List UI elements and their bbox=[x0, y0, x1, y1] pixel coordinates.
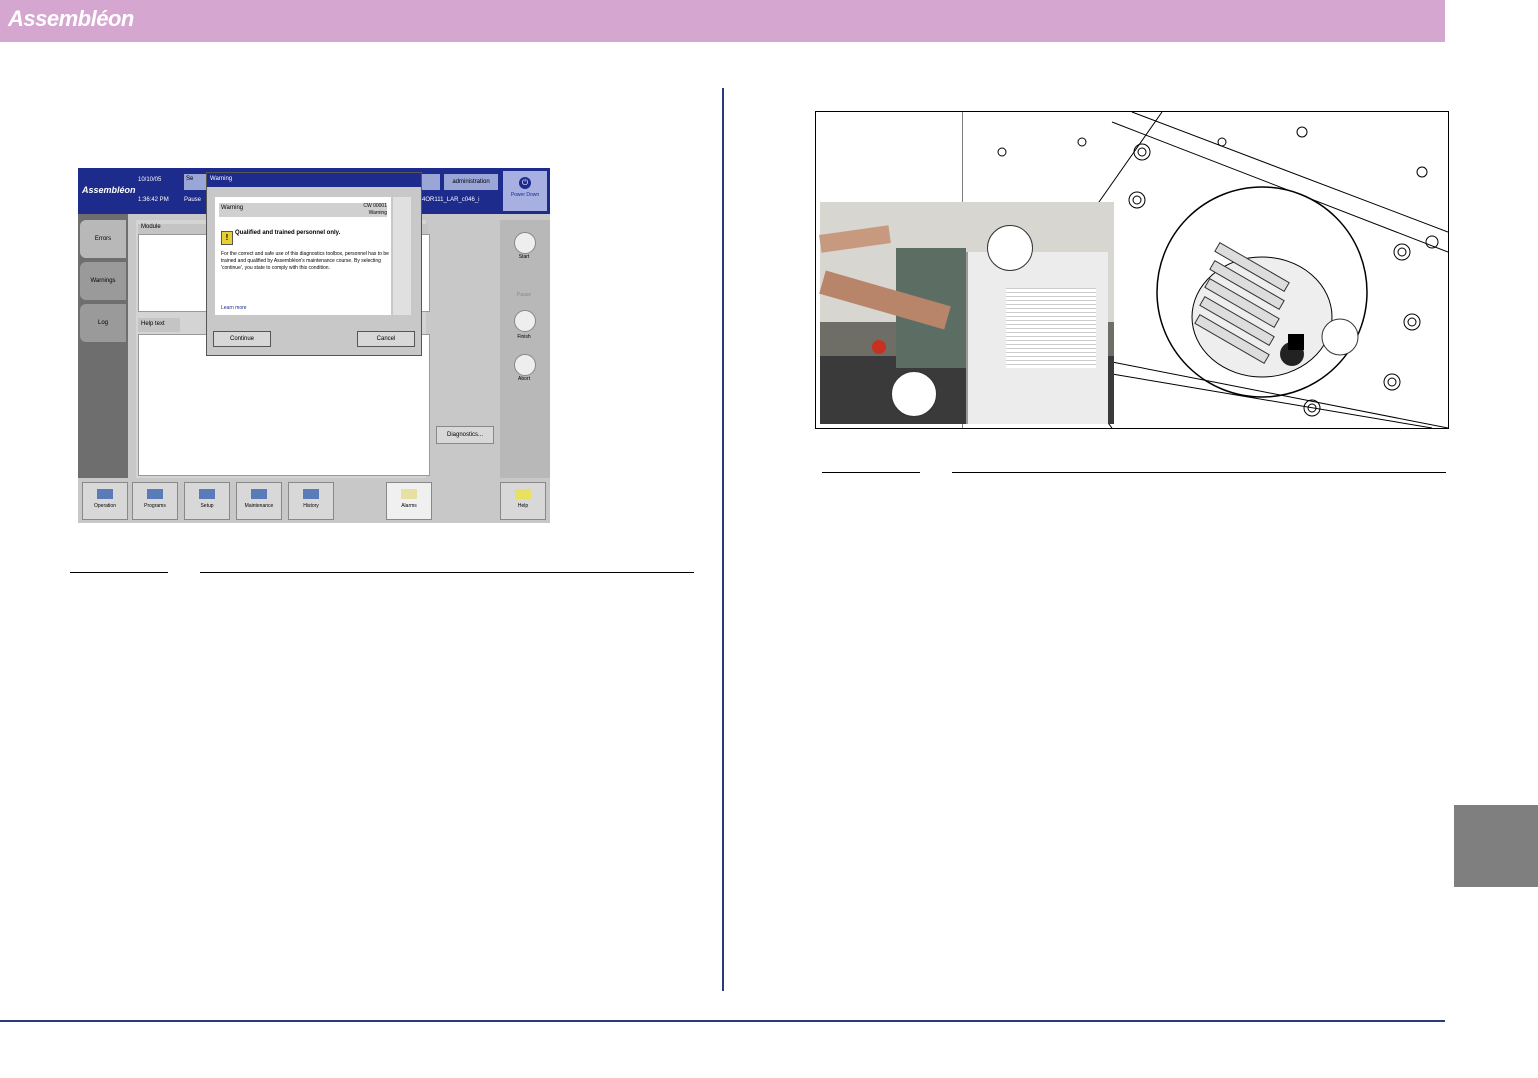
dialog-bold-text: Qualified and trained personnel only. bbox=[235, 230, 341, 236]
learn-more-link[interactable]: Learn more bbox=[221, 305, 247, 311]
caption-rule-right-2 bbox=[952, 472, 1446, 473]
alarms-icon bbox=[401, 489, 417, 499]
machine-figure bbox=[815, 111, 1449, 429]
se-button[interactable]: Se bbox=[184, 174, 206, 190]
footer-rule bbox=[0, 1020, 1445, 1022]
start-label: Start bbox=[518, 254, 530, 260]
dialog-body: For the correct and safe use of this dia… bbox=[221, 251, 389, 271]
tab-warnings[interactable]: Warnings bbox=[80, 262, 126, 300]
operation-label: Operation bbox=[94, 503, 116, 509]
emergency-stop-icon bbox=[872, 340, 886, 354]
date-text: 10/10/05 bbox=[138, 177, 162, 183]
header-bar: Assembléon bbox=[0, 0, 1445, 42]
alarms-label: Alarms bbox=[401, 503, 417, 509]
exclamation-icon: ! bbox=[221, 231, 233, 245]
maintenance-label: Maintenance bbox=[244, 503, 274, 509]
caption-rule-left bbox=[70, 572, 168, 573]
warning-dialog: Warning Warning CW 00001 Warning ! Quali… bbox=[206, 172, 422, 356]
maintenance-icon bbox=[251, 489, 267, 499]
cabinet-grill bbox=[1006, 288, 1096, 368]
setup-label: Setup bbox=[200, 503, 214, 509]
warning-code: CW 00001 Warning bbox=[363, 203, 387, 216]
power-down-button[interactable]: ⏻ Power Down bbox=[503, 171, 547, 211]
history-button[interactable]: History bbox=[288, 482, 334, 520]
finish-button[interactable] bbox=[514, 310, 536, 332]
cancel-button[interactable]: Cancel bbox=[357, 331, 415, 347]
caption-rule-right bbox=[200, 572, 694, 573]
time-text: 1:36:42 PM bbox=[138, 197, 169, 203]
tab-log[interactable]: Log bbox=[80, 304, 126, 342]
continue-button[interactable]: Continue bbox=[213, 331, 271, 347]
history-label: History bbox=[303, 503, 319, 509]
power-icon: ⏻ bbox=[519, 177, 531, 189]
finish-label: Finish bbox=[517, 334, 531, 340]
help-icon bbox=[515, 489, 531, 499]
dialog-scrollbar[interactable] bbox=[393, 197, 411, 315]
tab-errors[interactable]: Errors bbox=[80, 220, 126, 258]
diagnostics-button[interactable]: Diagnostics... bbox=[436, 426, 494, 444]
help-label: Help bbox=[517, 503, 529, 509]
chapter-tab bbox=[1454, 805, 1538, 887]
alarms-button[interactable]: Alarms bbox=[386, 482, 432, 520]
start-button[interactable] bbox=[514, 232, 536, 254]
history-icon bbox=[303, 489, 319, 499]
caption-rule-left-2 bbox=[822, 472, 920, 473]
blank-button[interactable] bbox=[420, 174, 440, 190]
power-down-label: Power Down bbox=[510, 192, 540, 198]
programs-button[interactable]: Programs bbox=[132, 482, 178, 520]
setup-icon bbox=[199, 489, 215, 499]
operation-button[interactable]: Operation bbox=[82, 482, 128, 520]
dialog-title: Warning bbox=[207, 173, 421, 187]
help-text-header: Help text bbox=[138, 318, 180, 332]
abort-label: Abort bbox=[518, 376, 530, 382]
help-button[interactable]: Help bbox=[500, 482, 546, 520]
maintenance-button[interactable]: Maintenance bbox=[236, 482, 282, 520]
ui-screenshot: Assembléon 10/10/05 1:36:42 PM Pause Se … bbox=[78, 168, 550, 523]
brand-logo: Assembléon bbox=[8, 6, 134, 31]
operation-icon bbox=[97, 489, 113, 499]
programs-icon bbox=[147, 489, 163, 499]
screenshot-logo: Assembléon bbox=[82, 185, 136, 195]
program-name: 4OR111_LAR_c046_i bbox=[422, 197, 480, 203]
status-text: Pause bbox=[184, 197, 202, 203]
callout-lower bbox=[891, 371, 937, 417]
administration-button[interactable]: administration bbox=[444, 174, 498, 190]
callout-upper bbox=[987, 225, 1033, 271]
pause-label: Pause bbox=[516, 292, 532, 298]
abort-button[interactable] bbox=[514, 354, 536, 376]
setup-button[interactable]: Setup bbox=[184, 482, 230, 520]
programs-label: Programs bbox=[144, 503, 166, 509]
column-divider bbox=[722, 88, 724, 991]
